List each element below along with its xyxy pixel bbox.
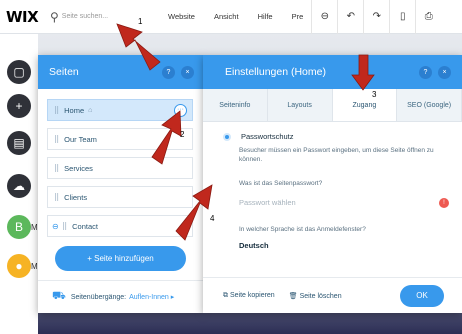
arrow-2 — [151, 110, 182, 165]
annotation-3: 3 — [372, 90, 377, 99]
arrow-4 — [175, 184, 213, 241]
annotation-2: 2 — [180, 130, 185, 139]
arrow-1 — [116, 23, 161, 71]
arrow-3 — [351, 54, 375, 91]
tutorial-arrows — [116, 23, 375, 241]
annotation-4: 4 — [210, 214, 215, 223]
annotation-1: 1 — [138, 17, 143, 26]
